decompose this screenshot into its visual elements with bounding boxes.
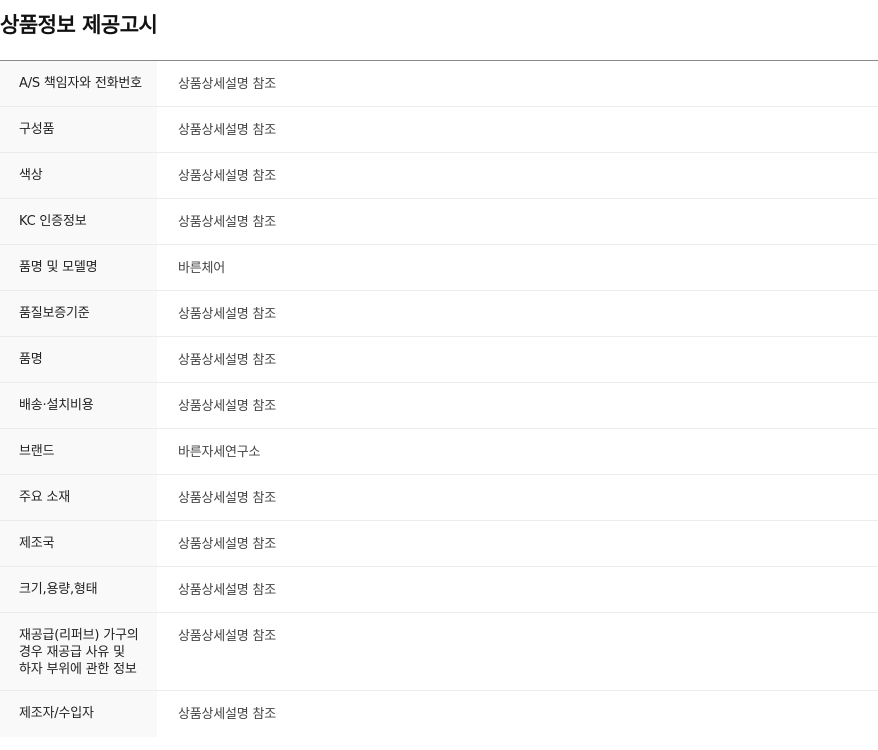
row-label: 크기,용량,형태 [0, 567, 157, 612]
row-value: 상품상세설명 참조 [178, 399, 277, 414]
row-value: 상품상세설명 참조 [178, 307, 277, 322]
section-title: 상품정보 제공고시 [0, 0, 878, 61]
table-row: 품명 및 모델명 바른체어 [0, 245, 878, 291]
row-label: 품명 [0, 337, 157, 382]
row-label: 품질보증기준 [0, 291, 157, 336]
row-value: 상품상세설명 참조 [178, 583, 277, 598]
table-row: 배송·설치비용 상품상세설명 참조 [0, 383, 878, 429]
table-row: 주요 소재 상품상세설명 참조 [0, 475, 878, 521]
table-row: 재공급(리퍼브) 가구의 경우 재공급 사유 및 하자 부위에 관한 정보 상품… [0, 613, 878, 691]
row-label: A/S 책임자와 전화번호 [0, 61, 157, 106]
row-label: KC 인증정보 [0, 199, 157, 244]
table-row: 품질보증기준 상품상세설명 참조 [0, 291, 878, 337]
row-value: 상품상세설명 참조 [178, 707, 277, 722]
row-value: 상품상세설명 참조 [178, 123, 277, 138]
table-row: 크기,용량,형태 상품상세설명 참조 [0, 567, 878, 613]
row-value: 상품상세설명 참조 [178, 629, 277, 644]
row-value: 상품상세설명 참조 [178, 77, 277, 92]
table-row: 품명 상품상세설명 참조 [0, 337, 878, 383]
row-label: 재공급(리퍼브) 가구의 경우 재공급 사유 및 하자 부위에 관한 정보 [0, 613, 157, 690]
row-label: 품명 및 모델명 [0, 245, 157, 290]
row-label: 색상 [0, 153, 157, 198]
row-value: 상품상세설명 참조 [178, 169, 277, 184]
row-value: 상품상세설명 참조 [178, 215, 277, 230]
table-row: 브랜드 바른자세연구소 [0, 429, 878, 475]
table-row: 색상 상품상세설명 참조 [0, 153, 878, 199]
table-row: 제조국 상품상세설명 참조 [0, 521, 878, 567]
row-label: 배송·설치비용 [0, 383, 157, 428]
row-label: 브랜드 [0, 429, 157, 474]
table-row: KC 인증정보 상품상세설명 참조 [0, 199, 878, 245]
product-info-notice-page: 상품정보 제공고시 A/S 책임자와 전화번호 상품상세설명 참조 구성품 상품… [0, 0, 878, 750]
row-value: 상품상세설명 참조 [178, 491, 277, 506]
row-value: 바른자세연구소 [178, 445, 261, 460]
row-value: 바른체어 [178, 261, 226, 276]
row-label: 주요 소재 [0, 475, 157, 520]
row-label: 제조국 [0, 521, 157, 566]
table-row: 제조자/수입자 상품상세설명 참조 [0, 691, 878, 737]
table-row: 구성품 상품상세설명 참조 [0, 107, 878, 153]
row-label: 구성품 [0, 107, 157, 152]
product-info-table: A/S 책임자와 전화번호 상품상세설명 참조 구성품 상품상세설명 참조 색상… [0, 61, 878, 737]
row-value: 상품상세설명 참조 [178, 353, 277, 368]
table-row: A/S 책임자와 전화번호 상품상세설명 참조 [0, 61, 878, 107]
row-label: 제조자/수입자 [0, 691, 157, 737]
row-value: 상품상세설명 참조 [178, 537, 277, 552]
